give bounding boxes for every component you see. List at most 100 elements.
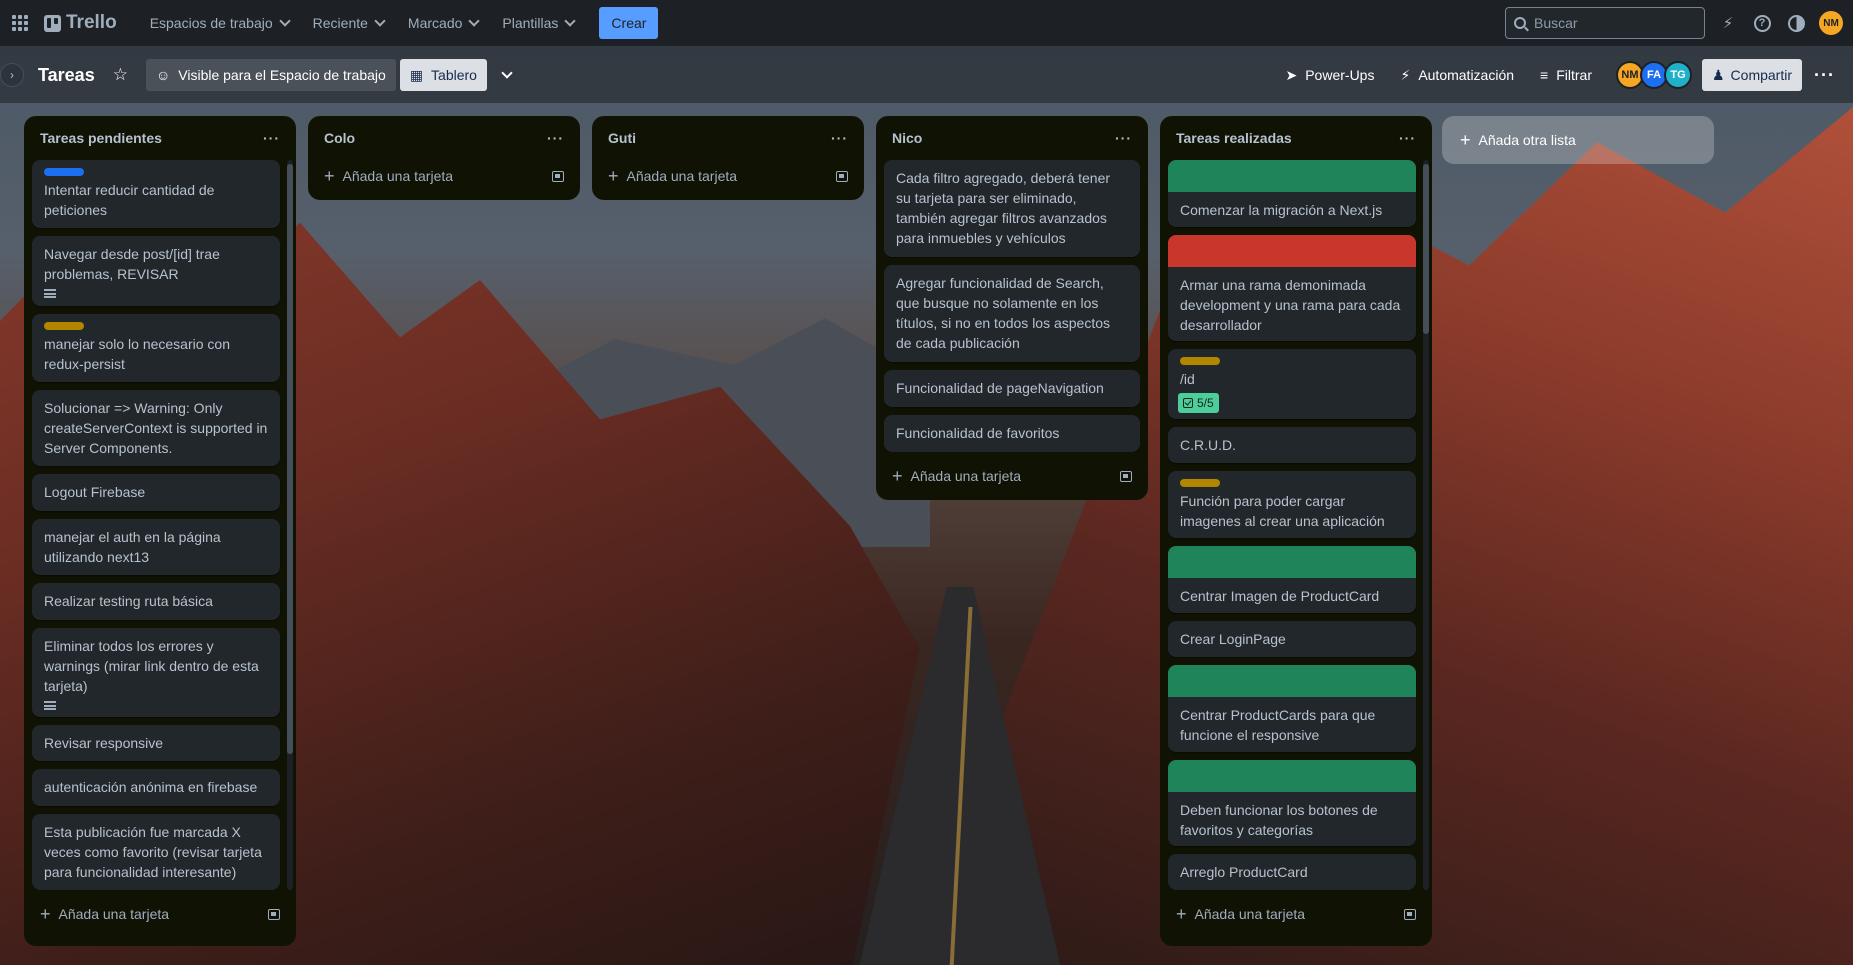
add-card-button[interactable]: + Añada una tarjeta — [316, 160, 572, 192]
card[interactable]: Deben funcionar los botones de favoritos… — [1168, 759, 1416, 847]
top-right-controls: Buscar ⚡ ? NM — [1505, 7, 1843, 39]
visibility-label: Visible para el Espacio de trabajo — [178, 67, 386, 83]
list-scrollbar-thumb[interactable] — [1423, 164, 1429, 334]
star-icon[interactable]: ☆ — [113, 65, 128, 85]
card[interactable]: Revisar responsive — [32, 724, 280, 762]
card[interactable]: Centrar ProductCards para que funcione e… — [1168, 665, 1416, 752]
user-avatar[interactable]: NM — [1819, 11, 1843, 35]
nav-menu-workspaces[interactable]: Espacios de trabajo — [139, 7, 300, 39]
list-menu-icon[interactable]: ··· — [1399, 130, 1416, 146]
card[interactable]: Solucionar => Warning: Only createServer… — [32, 389, 280, 466]
view-switcher-button[interactable] — [493, 59, 521, 91]
search-input[interactable]: Buscar — [1505, 7, 1705, 39]
card-title: C.R.U.D. — [1180, 436, 1236, 453]
filter-icon: ≡ — [1540, 67, 1549, 83]
board-view-button[interactable]: ▦ Tablero — [399, 59, 487, 91]
card-template-icon[interactable] — [552, 170, 564, 182]
card-title: Armar una rama demonimada development y … — [1180, 277, 1401, 334]
filter-button[interactable]: ≡ Filtrar — [1530, 59, 1602, 91]
add-card-button[interactable]: + Añada una tarjeta — [884, 460, 1140, 492]
theme-icon — [1787, 14, 1805, 32]
sidebar-expand-button[interactable]: › — [0, 63, 24, 87]
card[interactable]: Comenzar la migración a Next.js — [1168, 160, 1416, 228]
nav-menu-starred[interactable]: Marcado — [397, 7, 489, 39]
powerups-button[interactable]: ➤ Power-Ups — [1275, 59, 1384, 91]
apps-grid-icon[interactable] — [10, 13, 30, 33]
list-header[interactable]: Tareas pendientes ··· — [32, 116, 288, 160]
add-card-button[interactable]: + Añada una tarjeta — [600, 160, 856, 192]
list-menu-icon[interactable]: ··· — [831, 130, 848, 146]
list-menu-icon[interactable]: ··· — [263, 130, 280, 146]
card[interactable]: Eliminar todos los errores y warnings (m… — [32, 627, 280, 717]
card[interactable]: Navegar desde post/[id] trae problemas, … — [32, 236, 280, 306]
card[interactable]: Esta publicación fue marcada X veces com… — [32, 813, 280, 890]
list-header[interactable]: Tareas realizadas ··· — [1168, 116, 1424, 160]
chevron-down-icon — [374, 15, 386, 27]
help-button[interactable]: ? — [1751, 12, 1773, 34]
card-label[interactable] — [1180, 478, 1220, 487]
nav-menu-label: Marcado — [407, 15, 463, 31]
search-placeholder: Buscar — [1534, 15, 1578, 31]
card-template-icon[interactable] — [1120, 470, 1132, 482]
member-avatar[interactable]: TG — [1663, 61, 1692, 89]
list-header[interactable]: Colo ··· — [316, 116, 572, 160]
automation-button[interactable]: ⚡ Automatización — [1390, 59, 1524, 91]
card[interactable]: Arreglo ProductCard — [1168, 854, 1416, 890]
board-header-right: ➤ Power-Ups ⚡ Automatización ≡ Filtrar N… — [1275, 59, 1841, 91]
card-label[interactable] — [44, 168, 84, 176]
card-template-icon[interactable] — [1404, 908, 1416, 920]
card[interactable]: Logout Firebase — [32, 473, 280, 511]
people-icon: ☺ — [155, 67, 171, 83]
add-card-button[interactable]: + Añada una tarjeta — [32, 898, 288, 930]
list-title[interactable]: Tareas realizadas — [1176, 130, 1292, 146]
card-title: Revisar responsive — [44, 734, 164, 751]
list-title[interactable]: Nico — [892, 130, 922, 146]
card[interactable]: /id 5/5 — [1168, 349, 1416, 419]
card-label[interactable] — [1180, 357, 1220, 365]
nav-menu-templates[interactable]: Plantillas — [491, 7, 585, 39]
create-button[interactable]: Crear — [599, 7, 659, 39]
list-menu-icon[interactable]: ··· — [1115, 130, 1132, 146]
card-template-icon[interactable] — [836, 170, 848, 182]
list-tareas-realizadas: Tareas realizadas ··· Comenzar la migrac… — [1160, 116, 1432, 946]
card[interactable]: Cada filtro agregado, deberá tener su ta… — [884, 160, 1140, 257]
card-title: Esta publicación fue marcada X veces com… — [44, 823, 262, 880]
description-icon — [32, 289, 280, 305]
board-menu-icon[interactable]: ··· — [1808, 65, 1841, 86]
card[interactable]: Función para poder cargar imagenes al cr… — [1168, 470, 1416, 539]
theme-toggle[interactable] — [1785, 12, 1807, 34]
card[interactable]: Crear LoginPage — [1168, 621, 1416, 658]
board-title[interactable]: Tareas — [38, 65, 95, 86]
add-card-label: Añada una tarjeta — [58, 906, 170, 922]
card[interactable]: manejar el auth en la página utilizando … — [32, 518, 280, 575]
card[interactable]: manejar solo lo necesario con redux-pers… — [32, 313, 280, 382]
list-header[interactable]: Guti ··· — [600, 116, 856, 160]
list-title[interactable]: Colo — [324, 130, 355, 146]
add-list-button[interactable]: + Añada otra lista — [1442, 116, 1714, 164]
card[interactable]: C.R.U.D. — [1168, 426, 1416, 463]
card[interactable]: Centrar Imagen de ProductCard — [1168, 546, 1416, 614]
list-header[interactable]: Nico ··· — [884, 116, 1140, 160]
search-icon — [1514, 17, 1526, 29]
card[interactable]: Intentar reducir cantidad de peticiones — [32, 160, 280, 229]
card-label[interactable] — [44, 321, 84, 330]
list-scrollbar-thumb[interactable] — [287, 164, 293, 754]
add-card-button[interactable]: + Añada una tarjeta — [1168, 898, 1424, 930]
list-menu-icon[interactable]: ··· — [547, 130, 564, 146]
card[interactable]: Realizar testing ruta básica — [32, 582, 280, 620]
card-list: Intentar reducir cantidad de peticiones … — [32, 160, 288, 890]
trello-logo[interactable]: Trello — [44, 12, 117, 34]
lightning-icon: ⚡ — [1400, 66, 1411, 83]
list-title[interactable]: Tareas pendientes — [40, 130, 162, 146]
share-button[interactable]: ♟ Compartir — [1701, 59, 1803, 91]
card-template-icon[interactable] — [268, 908, 280, 920]
card[interactable]: autenticación anónima en firebase — [32, 769, 280, 806]
notifications-icon[interactable]: ⚡ — [1717, 12, 1739, 34]
nav-menu-recent[interactable]: Reciente — [302, 7, 395, 39]
list-title[interactable]: Guti — [608, 130, 636, 146]
card[interactable]: Armar una rama demonimada development y … — [1168, 235, 1416, 341]
card[interactable]: Agregar funcionalidad de Search, que bus… — [884, 265, 1140, 362]
card[interactable]: Funcionalidad de pageNavigation — [884, 370, 1140, 407]
card[interactable]: Funcionalidad de favoritos — [884, 415, 1140, 452]
visibility-button[interactable]: ☺ Visible para el Espacio de trabajo — [145, 59, 396, 91]
